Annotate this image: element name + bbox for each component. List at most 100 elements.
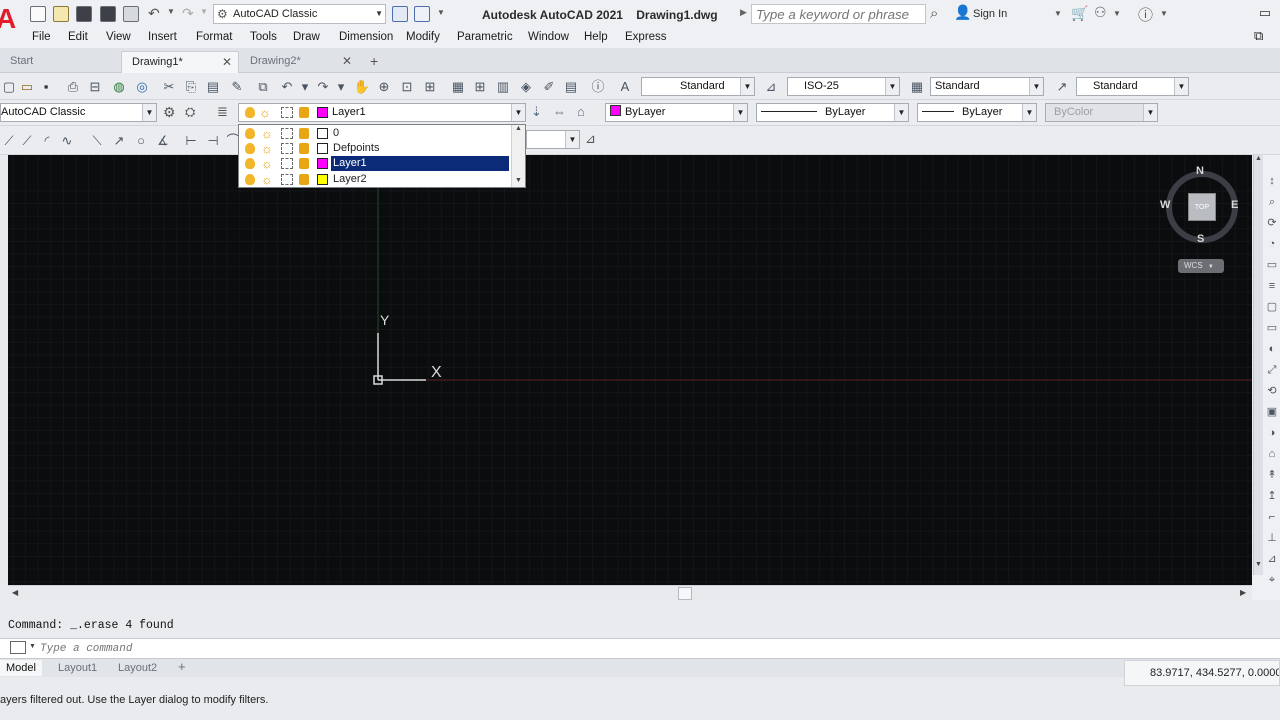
fly-icon[interactable]: ↥: [1266, 488, 1278, 505]
unlock-icon[interactable]: [299, 174, 309, 185]
layer-row-0[interactable]: ☼ 0: [239, 126, 511, 141]
ray-icon[interactable]: ↗: [110, 132, 128, 149]
viewcube-top-face[interactable]: TOP: [1188, 193, 1216, 221]
sign-in-link[interactable]: Sign In: [973, 8, 1007, 20]
layer-previous-icon[interactable]: ⇔: [553, 104, 566, 119]
layer-row-defpoints[interactable]: ☼ Defpoints: [239, 141, 511, 156]
compass-west[interactable]: W: [1160, 199, 1170, 211]
match-properties-icon[interactable]: ✎: [228, 78, 246, 95]
layer-state-icon[interactable]: ⌂: [577, 104, 585, 119]
freeze-viewport-icon[interactable]: [281, 143, 293, 154]
menu-insert[interactable]: Insert: [148, 31, 177, 43]
command-input[interactable]: [40, 641, 640, 657]
search-icon[interactable]: ⌕: [930, 5, 938, 22]
orbit-tool-icon[interactable]: ⟳: [1266, 215, 1278, 232]
dim-linear-icon[interactable]: ⊢: [182, 132, 200, 149]
new-tab-plus-icon[interactable]: +: [366, 51, 378, 73]
command-prompt-icon[interactable]: [10, 641, 26, 654]
quickcalc-icon[interactable]: ▤: [562, 78, 580, 95]
zoom-tool-icon[interactable]: ⌕: [1266, 194, 1278, 211]
zoom-previous-icon[interactable]: ⊞: [421, 78, 439, 95]
search-input[interactable]: [751, 4, 926, 24]
bulb-on-icon[interactable]: [245, 128, 255, 139]
layer-properties-icon[interactable]: [392, 6, 408, 22]
cut-icon[interactable]: ✂: [160, 78, 178, 95]
sheet-set-icon[interactable]: ◈: [517, 78, 535, 95]
markup-icon[interactable]: ✐: [540, 78, 558, 95]
redo-icon[interactable]: ↷: [314, 78, 332, 95]
menu-parametric[interactable]: Parametric: [457, 31, 513, 43]
workspace-select[interactable]: ⚙ AutoCAD Classic ▼: [213, 4, 386, 24]
redo-dropdown-icon[interactable]: ▼: [200, 7, 208, 16]
scroll-thumb[interactable]: [678, 587, 692, 600]
close-icon[interactable]: ✕: [342, 51, 352, 71]
coordinates-display[interactable]: 83.9717, 434.5277, 0.0000: [1124, 660, 1280, 686]
layer-select[interactable]: ☼ Layer1 ▼: [238, 103, 526, 122]
drawing-canvas[interactable]: N S E W TOP WCS ▼ Y X: [8, 155, 1252, 585]
chevron-right-icon[interactable]: ▶: [1240, 588, 1246, 597]
walk-icon[interactable]: ↟: [1266, 467, 1278, 484]
chevron-down-icon[interactable]: ▼: [29, 643, 36, 650]
freeze-viewport-icon[interactable]: [281, 158, 293, 169]
steering-wheel-icon[interactable]: ◔: [1266, 236, 1278, 253]
bulb-on-icon[interactable]: [245, 174, 255, 185]
make-current-layer-icon[interactable]: ⇣: [531, 104, 542, 120]
mleader-style-icon[interactable]: ↗: [1053, 78, 1071, 95]
ucs-tool-icon[interactable]: ⌐: [1266, 509, 1278, 526]
menu-modify[interactable]: Modify: [406, 31, 440, 43]
menu-format[interactable]: Format: [196, 31, 232, 43]
chevron-left-icon[interactable]: ◀: [12, 588, 18, 597]
layer-row-layer2[interactable]: ☼ Layer2: [239, 172, 511, 187]
compass-north[interactable]: N: [1196, 165, 1204, 177]
tab-drawing1[interactable]: Drawing1* ✕: [121, 51, 239, 73]
chevron-down-icon[interactable]: ▼: [1113, 9, 1121, 18]
block-editor-icon[interactable]: ⧉: [254, 78, 272, 95]
tab-layout1[interactable]: Layout1: [52, 660, 103, 676]
save-icon[interactable]: [76, 6, 92, 22]
chevron-up-icon[interactable]: ▲: [1255, 155, 1262, 162]
restore-window-icon[interactable]: ⧉: [1254, 28, 1263, 44]
save-icon[interactable]: ▪: [37, 78, 55, 95]
named-view-icon[interactable]: ▣: [1266, 404, 1278, 421]
undo-icon[interactable]: ↶: [278, 78, 296, 95]
undo-dropdown-icon[interactable]: ▾: [296, 78, 314, 95]
workspace-settings-icon[interactable]: ⛭: [185, 104, 195, 120]
bulb-on-icon[interactable]: [245, 143, 255, 154]
3d-dwf-icon[interactable]: ◎: [133, 78, 151, 95]
open-icon[interactable]: [53, 6, 69, 22]
angular-dim-icon[interactable]: ∡: [154, 132, 172, 149]
dim-update-icon[interactable]: ⊿: [585, 131, 596, 147]
gear-icon[interactable]: ⚙: [163, 104, 176, 121]
help-icon[interactable]: ⓘ: [589, 78, 607, 95]
menu-draw[interactable]: Draw: [293, 31, 320, 43]
linetype-select[interactable]: ByLayer ▼: [756, 103, 909, 122]
new-icon[interactable]: [30, 6, 46, 22]
open-icon[interactable]: ▭: [18, 78, 36, 95]
construction-line-icon[interactable]: ⟍: [88, 132, 106, 149]
unlock-icon[interactable]: [299, 158, 309, 169]
publish-icon[interactable]: ◍: [110, 78, 128, 95]
menu-file[interactable]: File: [32, 31, 51, 43]
chevron-down-icon[interactable]: ▼: [515, 177, 522, 184]
save-as-icon[interactable]: [100, 6, 116, 22]
extents-icon[interactable]: ⤢: [1266, 362, 1278, 379]
close-icon[interactable]: ✕: [222, 52, 232, 72]
dim-aligned-icon[interactable]: ⊣: [204, 132, 222, 149]
color-select[interactable]: ByLayer ▼: [605, 103, 748, 122]
horizontal-scrollbar[interactable]: ◀ ▶: [8, 585, 1252, 601]
camera-icon[interactable]: ⌂: [1266, 446, 1278, 463]
layer-list-scrollbar[interactable]: ▲ ▼: [511, 125, 525, 187]
mleader-style-select[interactable]: Standard ▼: [1076, 77, 1189, 96]
plot-icon[interactable]: [123, 6, 139, 22]
plot-icon[interactable]: ⎙: [64, 78, 82, 95]
chevron-up-icon[interactable]: ▲: [515, 125, 522, 132]
ucs-menu[interactable]: WCS ▼: [1178, 259, 1224, 273]
tab-drawing2[interactable]: Drawing2* ✕: [240, 51, 358, 73]
visual-style-icon[interactable]: ◑: [1266, 425, 1278, 442]
render-icon[interactable]: ◐: [1266, 341, 1278, 358]
freeze-viewport-icon[interactable]: [281, 128, 293, 139]
dim-style-icon[interactable]: ⊿: [762, 78, 780, 95]
undo-dropdown-icon[interactable]: ▼: [167, 7, 175, 16]
chevron-down-icon[interactable]: ▼: [1255, 561, 1262, 568]
nav-bar-icon[interactable]: ≡: [1266, 278, 1278, 295]
